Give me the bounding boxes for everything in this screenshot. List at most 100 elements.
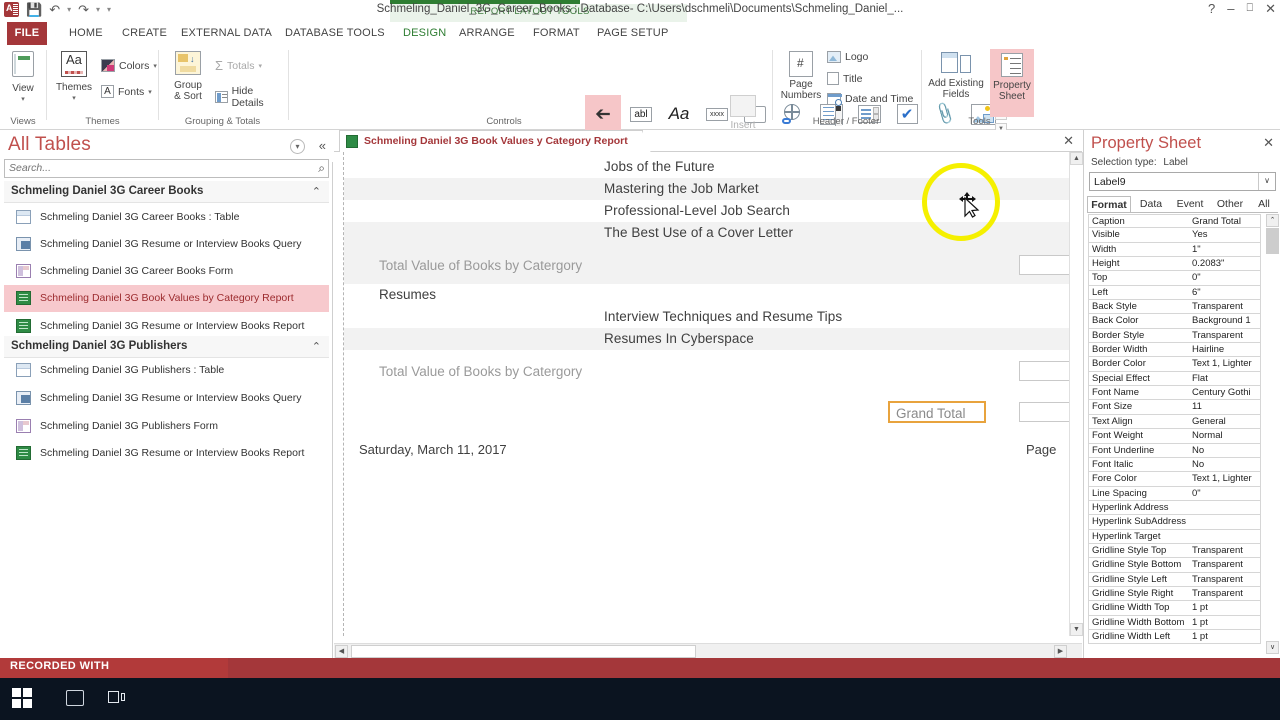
property-row[interactable]: Border Style Transparent — [1088, 328, 1277, 344]
view-caret-icon[interactable]: ▾ — [4, 94, 42, 105]
property-row[interactable]: Font Size 11 — [1088, 400, 1277, 415]
property-value[interactable]: 11 — [1189, 400, 1261, 415]
property-value[interactable]: 1 pt — [1189, 601, 1261, 616]
category-header-row[interactable]: Resumes — [344, 284, 1072, 306]
property-value[interactable]: 0" — [1189, 271, 1261, 286]
property-row[interactable]: Font Italic No — [1088, 457, 1277, 473]
nav-item-publishers-query[interactable]: Schmeling Daniel 3G Resume or Interview … — [4, 385, 329, 412]
property-value[interactable]: 1 pt — [1189, 629, 1261, 645]
property-row[interactable]: Visible Yes — [1088, 228, 1277, 243]
property-row[interactable]: Caption Grand Total — [1088, 214, 1277, 229]
property-sheet-scrollbar[interactable]: ⌃ ∨ — [1266, 214, 1279, 654]
report-row[interactable]: The Best Use of a Cover Letter — [344, 222, 1072, 244]
search-input[interactable] — [9, 162, 299, 174]
property-value[interactable]: Normal — [1189, 429, 1261, 444]
scroll-thumb[interactable] — [351, 645, 696, 658]
property-value[interactable]: Grand Total — [1189, 214, 1261, 229]
fonts-caret-icon[interactable]: ▾ — [148, 88, 152, 96]
property-row[interactable]: Font Weight Normal — [1088, 429, 1277, 444]
tab-create[interactable]: CREATE — [113, 22, 176, 45]
tab-page-setup[interactable]: PAGE SETUP — [588, 22, 677, 45]
group-and-sort-button[interactable]: ↓ Group & Sort — [165, 51, 211, 102]
search-icon[interactable] — [66, 690, 84, 706]
property-row[interactable]: Border Width Hairline — [1088, 343, 1277, 358]
property-value[interactable]: General — [1189, 414, 1261, 430]
property-value[interactable]: Transparent — [1189, 543, 1261, 559]
report-row[interactable]: Resumes In Cyberspace — [344, 328, 1072, 350]
close-document-icon[interactable]: ✕ — [1063, 133, 1074, 149]
property-row[interactable]: Font Name Century Gothi — [1088, 386, 1277, 401]
property-row[interactable]: Gridline Style Left Transparent — [1088, 572, 1277, 587]
totals-button[interactable]: Σ Totals ▾ — [215, 58, 262, 73]
date-time-button[interactable]: Date and Time — [827, 93, 913, 106]
label-control-button[interactable]: Aa — [661, 95, 697, 133]
property-row[interactable]: Border Color Text 1, Lighter — [1088, 357, 1277, 372]
grand-total-label-box[interactable]: Grand Total — [888, 401, 986, 423]
tab-file[interactable]: FILE — [7, 22, 47, 45]
object-selector-combobox[interactable]: Label9 ∨ — [1089, 172, 1276, 191]
tab-arrange[interactable]: ARRANGE — [450, 22, 524, 45]
property-row[interactable]: Left 6" — [1088, 285, 1277, 301]
property-value[interactable]: 6" — [1189, 285, 1261, 301]
property-value[interactable]: Background 1 — [1189, 314, 1261, 329]
property-row[interactable]: Gridline Width Left 1 pt — [1088, 629, 1277, 645]
hide-details-button[interactable]: Hide Details — [215, 85, 286, 109]
property-row[interactable]: Height 0.2083" — [1088, 257, 1277, 272]
scroll-down-icon[interactable]: ▼ — [1070, 623, 1083, 636]
tab-data[interactable]: Data — [1133, 196, 1169, 213]
select-tool-button[interactable]: ➔ — [585, 95, 621, 133]
nav-item-publishers-table[interactable]: Schmeling Daniel 3G Publishers : Table — [4, 357, 329, 384]
chevron-up-icon[interactable]: ⌃ — [312, 340, 321, 353]
scroll-left-icon[interactable]: ◀ — [335, 645, 348, 658]
nav-item-career-books-form[interactable]: Schmeling Daniel 3G Career Books Form — [4, 258, 329, 285]
document-tab[interactable]: Schmeling Daniel 3G Book Values y Catego… — [339, 130, 651, 153]
property-value[interactable] — [1189, 529, 1261, 544]
close-property-sheet-icon[interactable]: ✕ — [1263, 135, 1274, 151]
report-vertical-scrollbar[interactable]: ▲ ▼ — [1069, 152, 1083, 636]
text-box-control-button[interactable]: abl — [623, 95, 659, 133]
nav-item-career-books-table[interactable]: Schmeling Daniel 3G Career Books : Table — [4, 204, 329, 231]
tab-home[interactable]: HOME — [60, 22, 112, 45]
tab-other[interactable]: Other — [1211, 196, 1249, 213]
tab-external-data[interactable]: EXTERNAL DATA — [172, 22, 281, 45]
property-list[interactable]: Caption Grand Total Visible Yes Width 1" He… — [1088, 214, 1277, 654]
title-button[interactable]: Title — [827, 72, 862, 85]
property-value[interactable] — [1189, 500, 1261, 516]
tab-design[interactable]: DESIGN — [394, 22, 456, 45]
scroll-up-icon[interactable]: ⌃ — [1266, 214, 1279, 227]
report-canvas[interactable]: Jobs of the Future Mastering the Job Mar… — [334, 152, 1082, 636]
property-value[interactable]: Transparent — [1189, 328, 1261, 344]
property-value[interactable]: No — [1189, 457, 1261, 473]
minimize-icon[interactable]: – — [1227, 2, 1234, 15]
start-button[interactable] — [12, 688, 32, 708]
property-value[interactable]: Text 1, Lighter — [1189, 472, 1261, 487]
property-row[interactable]: Hyperlink Address — [1088, 500, 1277, 516]
property-value[interactable]: Hairline — [1189, 343, 1261, 358]
property-row[interactable]: Top 0" — [1088, 271, 1277, 286]
tab-format[interactable]: Format — [1087, 196, 1131, 213]
property-value[interactable]: Text 1, Lighter — [1189, 357, 1261, 372]
property-value[interactable]: Yes — [1189, 228, 1261, 243]
report-row[interactable]: Interview Techniques and Resume Tips — [344, 306, 1072, 328]
report-row[interactable]: Jobs of the Future — [344, 156, 1072, 178]
property-value[interactable]: Transparent — [1189, 300, 1261, 315]
scroll-down-icon[interactable]: ∨ — [1266, 641, 1279, 654]
property-row[interactable]: Fore Color Text 1, Lighter — [1088, 472, 1277, 487]
property-row[interactable]: Width 1" — [1088, 242, 1277, 258]
property-row[interactable]: Gridline Style Right Transparent — [1088, 586, 1277, 602]
nav-item-publishers-resume-report[interactable]: Schmeling Daniel 3G Resume or Interview … — [4, 440, 329, 467]
property-value[interactable]: Transparent — [1189, 558, 1261, 573]
colors-caret-icon[interactable]: ▾ — [153, 62, 157, 70]
nav-group-header-career-books[interactable]: Schmeling Daniel 3G Career Books ⌃ — [4, 181, 329, 203]
logo-button[interactable]: Logo — [827, 51, 868, 63]
tab-event[interactable]: Event — [1171, 196, 1209, 213]
property-row[interactable]: Text Align General — [1088, 414, 1277, 430]
chevron-down-icon[interactable]: ∨ — [1258, 173, 1275, 190]
property-value[interactable]: Century Gothi — [1189, 386, 1261, 401]
property-row[interactable]: Gridline Width Bottom 1 pt — [1088, 615, 1277, 630]
scroll-up-icon[interactable]: ▲ — [1070, 152, 1083, 165]
category-total-row-2[interactable]: Total Value of Books by Catergory — [344, 350, 1082, 392]
report-row[interactable]: Mastering the Job Market — [344, 178, 1072, 200]
property-row[interactable]: Special Effect Flat — [1088, 371, 1277, 387]
nav-group-header-publishers[interactable]: Schmeling Daniel 3G Publishers ⌃ — [4, 336, 329, 358]
